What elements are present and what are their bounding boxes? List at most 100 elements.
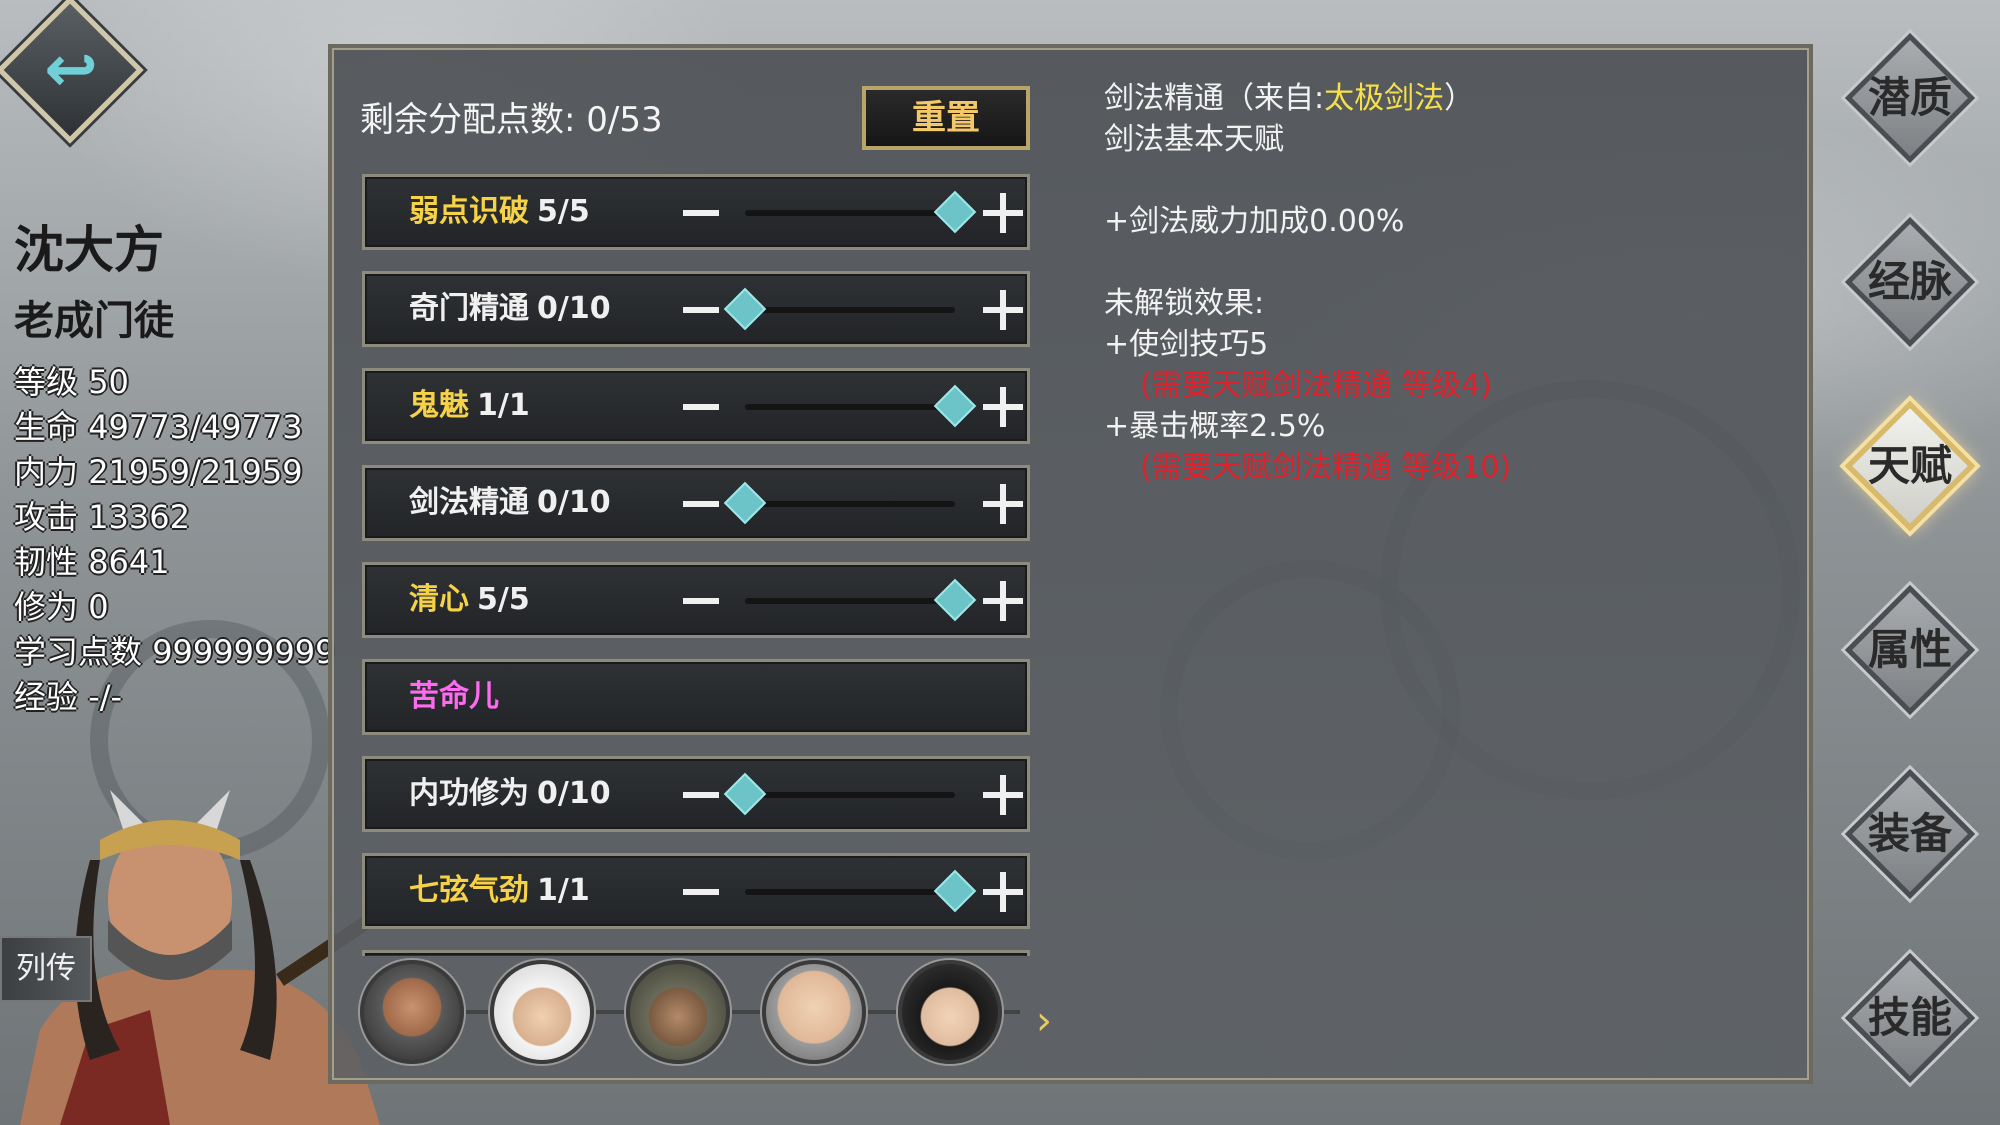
character-portrait	[20, 790, 380, 1125]
talent-row[interactable]	[362, 950, 1030, 956]
next-arrow-icon[interactable]: ›	[1036, 998, 1052, 1044]
talent-row[interactable]: 鬼魅 1/1	[362, 368, 1030, 444]
talent-slider[interactable]	[723, 287, 955, 331]
decrease-button[interactable]	[683, 889, 719, 895]
requirement-text: (需要天赋剑法精通 等级4)	[1140, 368, 1493, 403]
increase-button[interactable]	[983, 581, 1023, 621]
talent-slider[interactable]	[745, 190, 977, 234]
nav-label: 经脉	[1867, 257, 1952, 306]
talent-name: 七弦气劲	[409, 873, 529, 908]
increase-button[interactable]	[983, 775, 1023, 815]
increase-button[interactable]	[983, 387, 1023, 427]
talent-slider[interactable]	[723, 772, 955, 816]
talent-row[interactable]: 清心 5/5	[362, 562, 1030, 638]
talent-label: 奇门精通 0/10	[409, 274, 611, 344]
talent-description: 剑法精通（来自:太极剑法） 剑法基本天赋 +剑法威力加成0.00% 未解锁效果:…	[1104, 78, 1804, 488]
talent-row[interactable]: 七弦气劲 1/1	[362, 853, 1030, 929]
nav-label: 属性	[1867, 625, 1952, 674]
nav-meridian-button[interactable]: 经脉	[1842, 214, 1978, 350]
stat-label: 内力	[14, 453, 79, 491]
talent-source: 太极剑法	[1324, 81, 1445, 116]
stat-value: 999999999	[152, 633, 336, 671]
stat-row-hp: 生命 49773/49773	[14, 405, 335, 450]
slider-knob-icon[interactable]	[723, 287, 767, 331]
talent-name: 内功修为	[409, 776, 529, 811]
reset-button[interactable]: 重置	[862, 86, 1030, 150]
requirement-text: (需要天赋剑法精通 等级10)	[1140, 450, 1512, 485]
slider-knob-icon[interactable]	[723, 481, 767, 525]
slider-knob-icon[interactable]	[933, 578, 977, 622]
talent-slider[interactable]	[745, 384, 977, 428]
decrease-button[interactable]	[683, 210, 719, 216]
talent-slider[interactable]	[745, 578, 977, 622]
talent-name: 鬼魅	[409, 388, 469, 423]
party-avatar[interactable]	[898, 960, 1002, 1064]
nav-equipment-button[interactable]: 装备	[1842, 766, 1978, 902]
nav-potential-button[interactable]: 潜质	[1842, 30, 1978, 166]
talent-label: 苦命儿	[409, 662, 499, 732]
slider-knob-icon[interactable]	[933, 384, 977, 428]
increase-button[interactable]	[983, 872, 1023, 912]
talent-label: 七弦气劲 1/1	[409, 856, 590, 926]
talent-name: 清心	[409, 582, 469, 617]
stat-label: 攻击	[14, 498, 79, 536]
talent-row[interactable]: 内功修为 0/10	[362, 756, 1030, 832]
stat-value: -/-	[88, 678, 123, 716]
character-name: 沈大方	[14, 221, 164, 279]
talent-label: 内功修为 0/10	[409, 759, 611, 829]
party-avatar[interactable]	[490, 960, 594, 1064]
nav-attributes-button[interactable]: 属性	[1842, 582, 1978, 718]
talent-list: 弱点识破 5/5 奇门精通 0/10 鬼魅 1/1 剑法精通 0/10 清心 5/5 苦命…	[362, 174, 1030, 956]
talent-label: 清心 5/5	[409, 565, 530, 635]
character-title: 老成门徒	[14, 298, 174, 344]
talent-slider[interactable]	[723, 481, 955, 525]
nav-skills-button[interactable]: 技能	[1842, 950, 1978, 1086]
stat-label: 生命	[14, 408, 79, 446]
party-avatar[interactable]	[762, 960, 866, 1064]
talent-label: 剑法精通 0/10	[409, 468, 611, 538]
stat-label: 经验	[14, 678, 79, 716]
locked-effect: +暴击概率2.5%	[1104, 409, 1326, 444]
remaining-points: 剩余分配点数: 0/53	[360, 100, 663, 140]
stat-value: 0	[88, 588, 109, 626]
talent-label: 弱点识破 5/5	[409, 177, 590, 247]
talent-name: 苦命儿	[409, 679, 499, 714]
talent-level: 5/5	[477, 582, 530, 617]
stat-row-mp: 内力 21959/21959	[14, 450, 335, 495]
description-subtitle: 剑法基本天赋	[1104, 122, 1284, 157]
legend-button[interactable]: 列传	[0, 936, 92, 1002]
slider-knob-icon[interactable]	[933, 190, 977, 234]
talent-row[interactable]: 弱点识破 5/5	[362, 174, 1030, 250]
talent-label: 鬼魅 1/1	[409, 371, 530, 441]
talent-row[interactable]: 苦命儿	[362, 659, 1030, 735]
stat-label: 等级	[14, 363, 79, 401]
talent-row[interactable]: 奇门精通 0/10	[362, 271, 1030, 347]
decrease-button[interactable]	[683, 501, 719, 507]
decrease-button[interactable]	[683, 404, 719, 410]
slider-knob-icon[interactable]	[723, 772, 767, 816]
party-avatar[interactable]	[626, 960, 730, 1064]
stat-row-learning-points: 学习点数 999999999	[14, 630, 335, 675]
stat-row-toughness: 韧性 8641	[14, 540, 335, 585]
slider-knob-icon[interactable]	[933, 869, 977, 913]
nav-label: 天赋	[1867, 441, 1952, 490]
title-suffix: ）	[1444, 81, 1475, 116]
talent-slider[interactable]	[745, 869, 977, 913]
talent-name: 剑法精通	[409, 485, 529, 520]
decrease-button[interactable]	[683, 598, 719, 604]
party-avatar[interactable]	[360, 960, 464, 1064]
increase-button[interactable]	[983, 484, 1023, 524]
stat-row-experience: 经验 -/-	[14, 675, 335, 720]
increase-button[interactable]	[983, 290, 1023, 330]
decrease-button[interactable]	[683, 307, 719, 313]
locked-effect: +使剑技巧5	[1104, 327, 1269, 362]
stat-value: 21959/21959	[88, 453, 303, 491]
decrease-button[interactable]	[683, 792, 719, 798]
talent-row[interactable]: 剑法精通 0/10	[362, 465, 1030, 541]
nav-talent-button[interactable]: 天赋	[1842, 398, 1978, 534]
increase-button[interactable]	[983, 193, 1023, 233]
nav-label: 潜质	[1867, 73, 1952, 122]
stat-row-attack: 攻击 13362	[14, 495, 335, 540]
talent-level: 0/10	[537, 291, 611, 326]
